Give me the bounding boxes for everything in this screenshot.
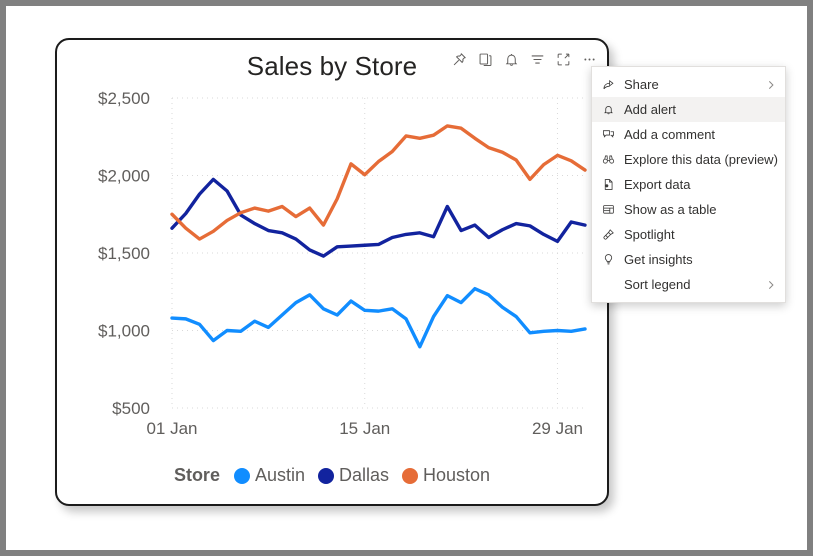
legend-items[interactable]: Austin Dallas Houston xyxy=(233,465,490,486)
pin-icon[interactable] xyxy=(447,47,471,71)
binoculars-icon xyxy=(602,153,621,166)
legend-item-austin[interactable]: Austin xyxy=(233,465,305,486)
y-axis-tick-label: $1,500 xyxy=(98,244,150,263)
screenshot-root: Sales by Store $500 $1,000 $1,500 $2,000… xyxy=(0,0,813,556)
chevron-right-icon xyxy=(765,80,777,90)
bell-icon[interactable] xyxy=(499,47,523,71)
visual-context-menu[interactable]: Share Add alert Add a comment Explore this … xyxy=(591,66,786,303)
filter-icon[interactable] xyxy=(525,47,549,71)
chart-legend[interactable]: Store Austin Dallas Houston xyxy=(57,465,607,486)
line-chart[interactable]: $500 $1,000 $1,500 $2,000 $2,500 01 Jan 15 Ja… xyxy=(57,88,611,458)
menu-item-label: Add alert xyxy=(624,102,677,117)
legend-swatch-icon xyxy=(233,467,250,484)
menu-item-label: Sort legend xyxy=(624,277,691,292)
table-icon xyxy=(602,203,621,216)
series-line-houston[interactable] xyxy=(170,124,587,241)
series-line-austin[interactable] xyxy=(170,286,587,349)
menu-item-spotlight[interactable]: Spotlight xyxy=(592,222,785,247)
menu-item-label: Spotlight xyxy=(624,227,675,242)
copy-icon[interactable] xyxy=(473,47,497,71)
menu-item-show-as-a-table[interactable]: Show as a table xyxy=(592,197,785,222)
menu-item-add-alert[interactable]: Add alert xyxy=(592,97,785,122)
legend-item-houston[interactable]: Houston xyxy=(402,465,490,486)
legend-item-label: Houston xyxy=(423,465,491,485)
x-axis-tick-label: 15 Jan xyxy=(339,419,390,438)
y-axis-tick-label: $500 xyxy=(112,399,150,418)
menu-item-label: Get insights xyxy=(624,252,693,267)
powerbi-visual-card[interactable]: Sales by Store $500 $1,000 $1,500 $2,000… xyxy=(55,38,609,506)
menu-item-label: Explore this data (preview) xyxy=(624,152,778,167)
gridlines xyxy=(171,97,585,409)
chevron-right-icon xyxy=(765,280,777,290)
menu-item-label: Export data xyxy=(624,177,691,192)
menu-item-get-insights[interactable]: Get insights xyxy=(592,247,785,272)
chart-svg: $500 $1,000 $1,500 $2,000 $2,500 01 Jan 15 Ja… xyxy=(98,89,587,438)
share-icon xyxy=(602,78,621,91)
legend-item-label: Dallas xyxy=(338,465,390,485)
legend-swatch-icon xyxy=(317,467,334,484)
visual-header-toolbar xyxy=(447,46,601,72)
x-axis-tick-label: 29 Jan xyxy=(532,419,583,438)
chart-series-layer[interactable] xyxy=(170,124,587,349)
menu-item-label: Show as a table xyxy=(624,202,717,217)
y-axis-tick-label: $2,000 xyxy=(98,167,150,186)
focus-mode-icon[interactable] xyxy=(551,47,575,71)
y-axis-tick-label: $1,000 xyxy=(98,322,150,341)
x-axis-tick-label: 01 Jan xyxy=(146,419,197,438)
lightbulb-icon xyxy=(602,253,621,266)
y-axis-tick-label: $2,500 xyxy=(98,89,150,108)
menu-item-label: Add a comment xyxy=(624,127,716,142)
menu-item-sort-legend[interactable]: Sort legend xyxy=(592,272,785,297)
bell-icon xyxy=(602,103,621,116)
legend-item-label: Austin xyxy=(254,465,305,485)
comment-icon xyxy=(602,128,621,141)
export-data-icon xyxy=(602,178,621,191)
menu-item-export-data[interactable]: Export data xyxy=(592,172,785,197)
menu-item-label: Share xyxy=(624,77,659,92)
menu-item-add-a-comment[interactable]: Add a comment xyxy=(592,122,785,147)
menu-item-share[interactable]: Share xyxy=(592,72,785,97)
legend-swatch-icon xyxy=(402,467,419,484)
legend-item-dallas[interactable]: Dallas xyxy=(317,465,390,486)
spotlight-icon xyxy=(602,228,621,241)
x-axis-labels: 01 Jan 15 Jan 29 Jan xyxy=(146,419,583,438)
menu-item-explore-this-data-preview[interactable]: Explore this data (preview) xyxy=(592,147,785,172)
y-axis-labels: $500 $1,000 $1,500 $2,000 $2,500 xyxy=(98,89,150,418)
legend-title: Store xyxy=(173,465,220,485)
